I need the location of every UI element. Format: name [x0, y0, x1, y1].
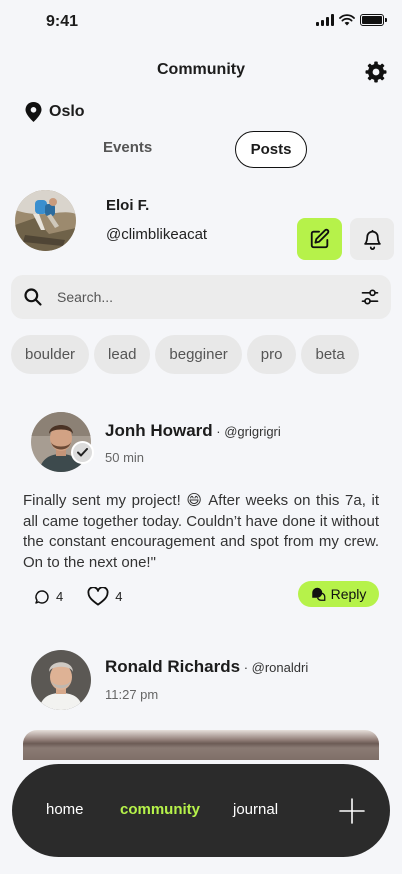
profile-name: Eloi F. [106, 197, 150, 214]
map-pin-icon [25, 102, 42, 122]
chat-bubbles-icon [311, 587, 325, 601]
nav-journal[interactable]: journal [233, 801, 278, 818]
search-input[interactable] [57, 289, 327, 305]
author-photo [31, 650, 91, 710]
post-author-line: Jonh Howard · @grigrigri [105, 421, 281, 441]
profile-handle: @climblikeacat [106, 226, 208, 243]
reply-button[interactable]: Reply [298, 581, 379, 607]
cellular-signal-icon [316, 14, 334, 26]
post-author-name[interactable]: Ronald Richards [105, 657, 240, 676]
comments-button[interactable]: 4 [34, 589, 63, 605]
verified-badge [71, 441, 94, 464]
post-image[interactable] [23, 730, 379, 760]
bell-icon [363, 229, 381, 250]
notifications-button[interactable] [350, 218, 394, 260]
page-title: Community [157, 61, 245, 78]
chip-beta[interactable]: beta [301, 335, 359, 374]
post-author-separator: · [240, 660, 252, 675]
reply-label: Reply [330, 586, 367, 602]
like-button[interactable]: 4 [87, 587, 122, 606]
post-timestamp: 11:27 pm [105, 687, 159, 702]
location-selector[interactable]: Oslo [25, 102, 85, 122]
chip-pro[interactable]: pro [246, 335, 297, 374]
nav-home[interactable]: home [46, 801, 84, 818]
compose-button[interactable] [297, 218, 342, 260]
chip-lead[interactable]: lead [94, 335, 151, 374]
profile-photo [15, 190, 76, 251]
post-author-handle[interactable]: @grigrigri [224, 424, 281, 439]
status-time: 9:41 [46, 13, 79, 30]
profile-avatar[interactable] [15, 190, 76, 251]
search-icon [24, 288, 42, 306]
post-author-name[interactable]: Jonh Howard [105, 421, 213, 440]
post-author-handle[interactable]: @ronaldri [252, 660, 309, 675]
bottom-navigation: home community journal [12, 764, 390, 857]
edit-icon [310, 228, 329, 249]
like-count: 4 [115, 589, 123, 604]
tag-filter-list: boulder lead begginer pro beta [11, 335, 402, 375]
status-bar: 9:41 [0, 0, 402, 44]
comment-icon [35, 589, 49, 604]
post-body: Finally sent my project! 😄 After weeks o… [23, 492, 379, 571]
wifi-icon [339, 14, 355, 26]
post-actions: 4 4 [34, 587, 146, 606]
post-author-line: Ronald Richards · @ronaldri [105, 657, 308, 677]
post-timestamp: 50 min [105, 450, 145, 465]
tab-events[interactable]: Events [103, 139, 152, 156]
battery-icon [360, 14, 387, 26]
post-author-avatar[interactable] [31, 650, 91, 710]
nav-community[interactable]: community [120, 801, 200, 818]
post-author-separator: · [212, 424, 225, 439]
tab-posts[interactable]: Posts [235, 131, 307, 168]
chip-boulder[interactable]: boulder [11, 335, 90, 374]
status-icons [316, 14, 387, 26]
comment-count: 4 [56, 589, 64, 604]
gear-icon[interactable] [364, 60, 388, 84]
plus-icon[interactable] [338, 797, 366, 825]
heart-icon [87, 587, 109, 606]
filter-icon[interactable] [360, 287, 380, 307]
search-bar[interactable] [11, 275, 391, 319]
check-icon [77, 448, 88, 457]
chip-begginer[interactable]: begginer [155, 335, 242, 374]
location-label: Oslo [49, 103, 85, 120]
